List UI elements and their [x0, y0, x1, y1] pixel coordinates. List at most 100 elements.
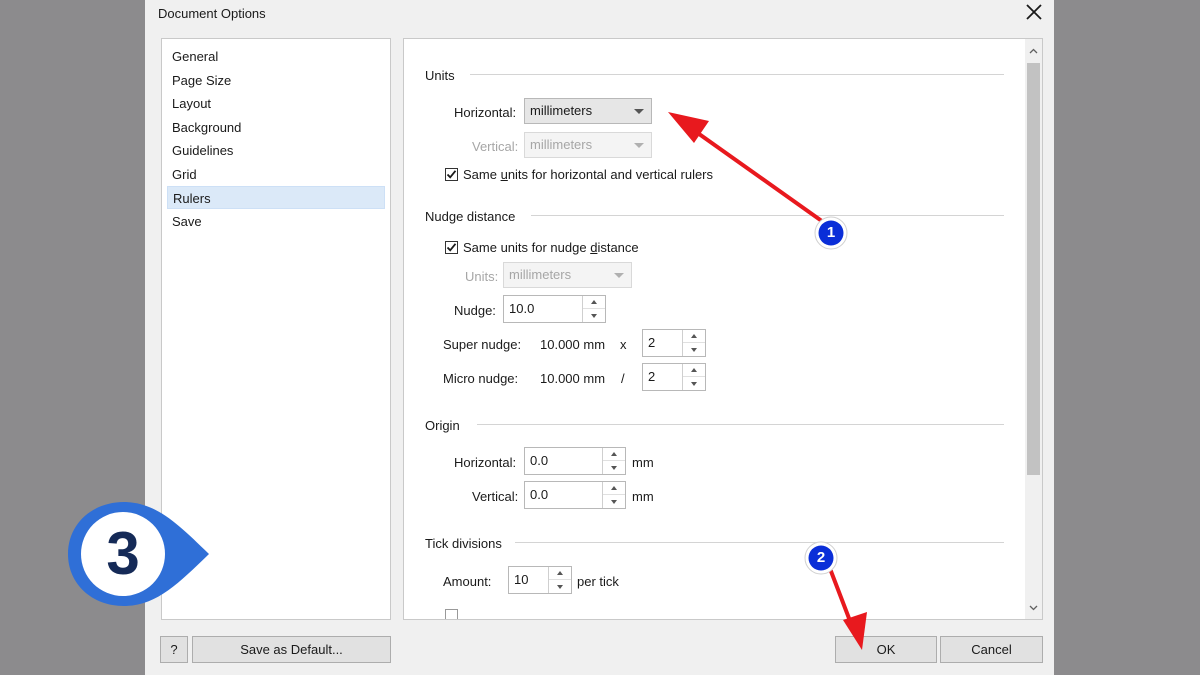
arrow-up-icon — [691, 334, 697, 338]
micro-nudge-spinner[interactable]: 2 — [642, 363, 706, 391]
nav-item-background[interactable]: Background — [167, 116, 385, 139]
nav-item-save[interactable]: Save — [167, 210, 385, 233]
super-nudge-value: 2 — [648, 335, 656, 350]
arrow-up-icon — [611, 452, 617, 456]
step-3-badge: 3 — [66, 500, 211, 608]
horizontal-units-value: millimeters — [530, 103, 593, 118]
chevron-up-icon — [1029, 48, 1038, 53]
tick-amount-value: 10 — [514, 572, 529, 587]
arrow-down-icon — [557, 584, 563, 589]
tick-amount-increment-button[interactable] — [549, 567, 571, 580]
micro-nudge-decrement-button[interactable] — [683, 377, 705, 390]
same-units-checkbox[interactable] — [445, 168, 458, 181]
origin-section-title: Origin — [425, 418, 460, 433]
nav-item-general[interactable]: General — [167, 45, 385, 68]
scroll-down-button[interactable] — [1025, 599, 1042, 616]
super-nudge-increment-button[interactable] — [683, 330, 705, 343]
scroll-thumb[interactable] — [1027, 63, 1040, 475]
arrow-up-icon — [557, 571, 563, 575]
units-divider — [470, 74, 1004, 75]
arrow-down-icon — [591, 313, 597, 318]
chevron-down-icon — [634, 143, 644, 148]
super-nudge-amount: 10.000 mm — [540, 337, 606, 352]
super-nudge-spinner[interactable]: 2 — [642, 329, 706, 357]
scroll-up-button[interactable] — [1025, 42, 1042, 59]
vertical-units-label: Vertical: — [472, 139, 519, 154]
chevron-down-icon — [614, 273, 624, 278]
origin-horizontal-spinner[interactable]: 0.0 — [524, 447, 626, 475]
nudge-spinner[interactable]: 10.0 — [503, 295, 606, 323]
horizontal-units-dropdown[interactable]: millimeters — [524, 98, 652, 124]
origin-horizontal-decrement-button[interactable] — [603, 461, 625, 474]
nav-item-rulers[interactable]: Rulers — [167, 186, 385, 209]
arrow-up-icon — [691, 368, 697, 372]
tick-amount-decrement-button[interactable] — [549, 580, 571, 593]
origin-vertical-increment-button[interactable] — [603, 482, 625, 495]
chevron-down-icon — [1029, 605, 1038, 610]
arrow-up-icon — [611, 486, 617, 490]
origin-horizontal-label: Horizontal: — [454, 455, 517, 470]
step-1-number: 1 — [826, 224, 836, 241]
dialog-title: Document Options — [158, 6, 266, 21]
nudge-units-dropdown[interactable]: millimeters — [503, 262, 632, 288]
chevron-down-icon — [634, 109, 644, 114]
nav-item-layout[interactable]: Layout — [167, 92, 385, 115]
close-button[interactable] — [1019, 0, 1049, 24]
micro-nudge-increment-button[interactable] — [683, 364, 705, 377]
origin-vertical-unit: mm — [632, 489, 654, 504]
origin-horizontal-value: 0.0 — [530, 453, 549, 468]
step-3-number: 3 — [106, 520, 140, 587]
nudge-units-label: Units: — [465, 269, 499, 284]
vertical-scrollbar[interactable] — [1025, 39, 1042, 619]
micro-nudge-amount: 10.000 mm — [540, 371, 606, 386]
arrow-down-icon — [611, 499, 617, 504]
micro-nudge-value: 2 — [648, 369, 656, 384]
tick-amount-label: Amount: — [443, 574, 492, 589]
micro-nudge-label: Micro nudge: — [443, 371, 519, 386]
horizontal-units-label: Horizontal: — [454, 105, 517, 120]
nav-item-page-size[interactable]: Page Size — [167, 69, 385, 92]
origin-vertical-label: Vertical: — [472, 489, 519, 504]
arrow-down-icon — [611, 465, 617, 470]
units-section-title: Units — [425, 68, 455, 83]
same-nudge-units-checkbox[interactable] — [445, 241, 458, 254]
micro-nudge-operator: / — [621, 371, 625, 386]
super-nudge-label: Super nudge: — [443, 337, 522, 352]
origin-vertical-value: 0.0 — [530, 487, 549, 502]
nudge-divider — [531, 215, 1004, 216]
arrow-down-icon — [691, 347, 697, 352]
super-nudge-operator: x — [620, 337, 627, 352]
same-nudge-units-label: Same units for nudge distance — [463, 240, 639, 255]
cancel-button[interactable]: Cancel — [940, 636, 1043, 663]
origin-vertical-spinner[interactable]: 0.0 — [524, 481, 626, 509]
partial-checkbox[interactable] — [445, 609, 458, 619]
tick-amount-unit: per tick — [577, 574, 619, 589]
ok-button[interactable]: OK — [835, 636, 937, 663]
nudge-decrement-button[interactable] — [583, 309, 605, 322]
nudge-label: Nudge: — [454, 303, 496, 318]
tick-divisions-divider — [515, 542, 1004, 543]
nudge-increment-button[interactable] — [583, 296, 605, 309]
arrow-down-icon — [691, 381, 697, 386]
nudge-units-value: millimeters — [509, 267, 572, 282]
vertical-units-value: millimeters — [530, 137, 593, 152]
save-as-default-button[interactable]: Save as Default... — [192, 636, 391, 663]
super-nudge-decrement-button[interactable] — [683, 343, 705, 356]
nav-item-grid[interactable]: Grid — [167, 163, 385, 186]
checkmark-icon — [446, 170, 457, 179]
same-units-label: Same units for horizontal and vertical r… — [463, 167, 714, 182]
close-icon — [1026, 4, 1042, 20]
nudge-section-title: Nudge distance — [425, 209, 516, 224]
tick-amount-spinner[interactable]: 10 — [508, 566, 572, 594]
origin-horizontal-increment-button[interactable] — [603, 448, 625, 461]
document-options-dialog: Document Options General Page Size Layou… — [145, 0, 1054, 675]
origin-horizontal-unit: mm — [632, 455, 654, 470]
vertical-units-dropdown[interactable]: millimeters — [524, 132, 652, 158]
help-button[interactable]: ? — [160, 636, 188, 663]
checkmark-icon — [446, 243, 457, 252]
arrow-up-icon — [591, 300, 597, 304]
rulers-settings-panel: Units Horizontal: millimeters Vertical: … — [403, 38, 1043, 620]
origin-vertical-decrement-button[interactable] — [603, 495, 625, 508]
nav-item-guidelines[interactable]: Guidelines — [167, 139, 385, 162]
origin-divider — [477, 424, 1004, 425]
